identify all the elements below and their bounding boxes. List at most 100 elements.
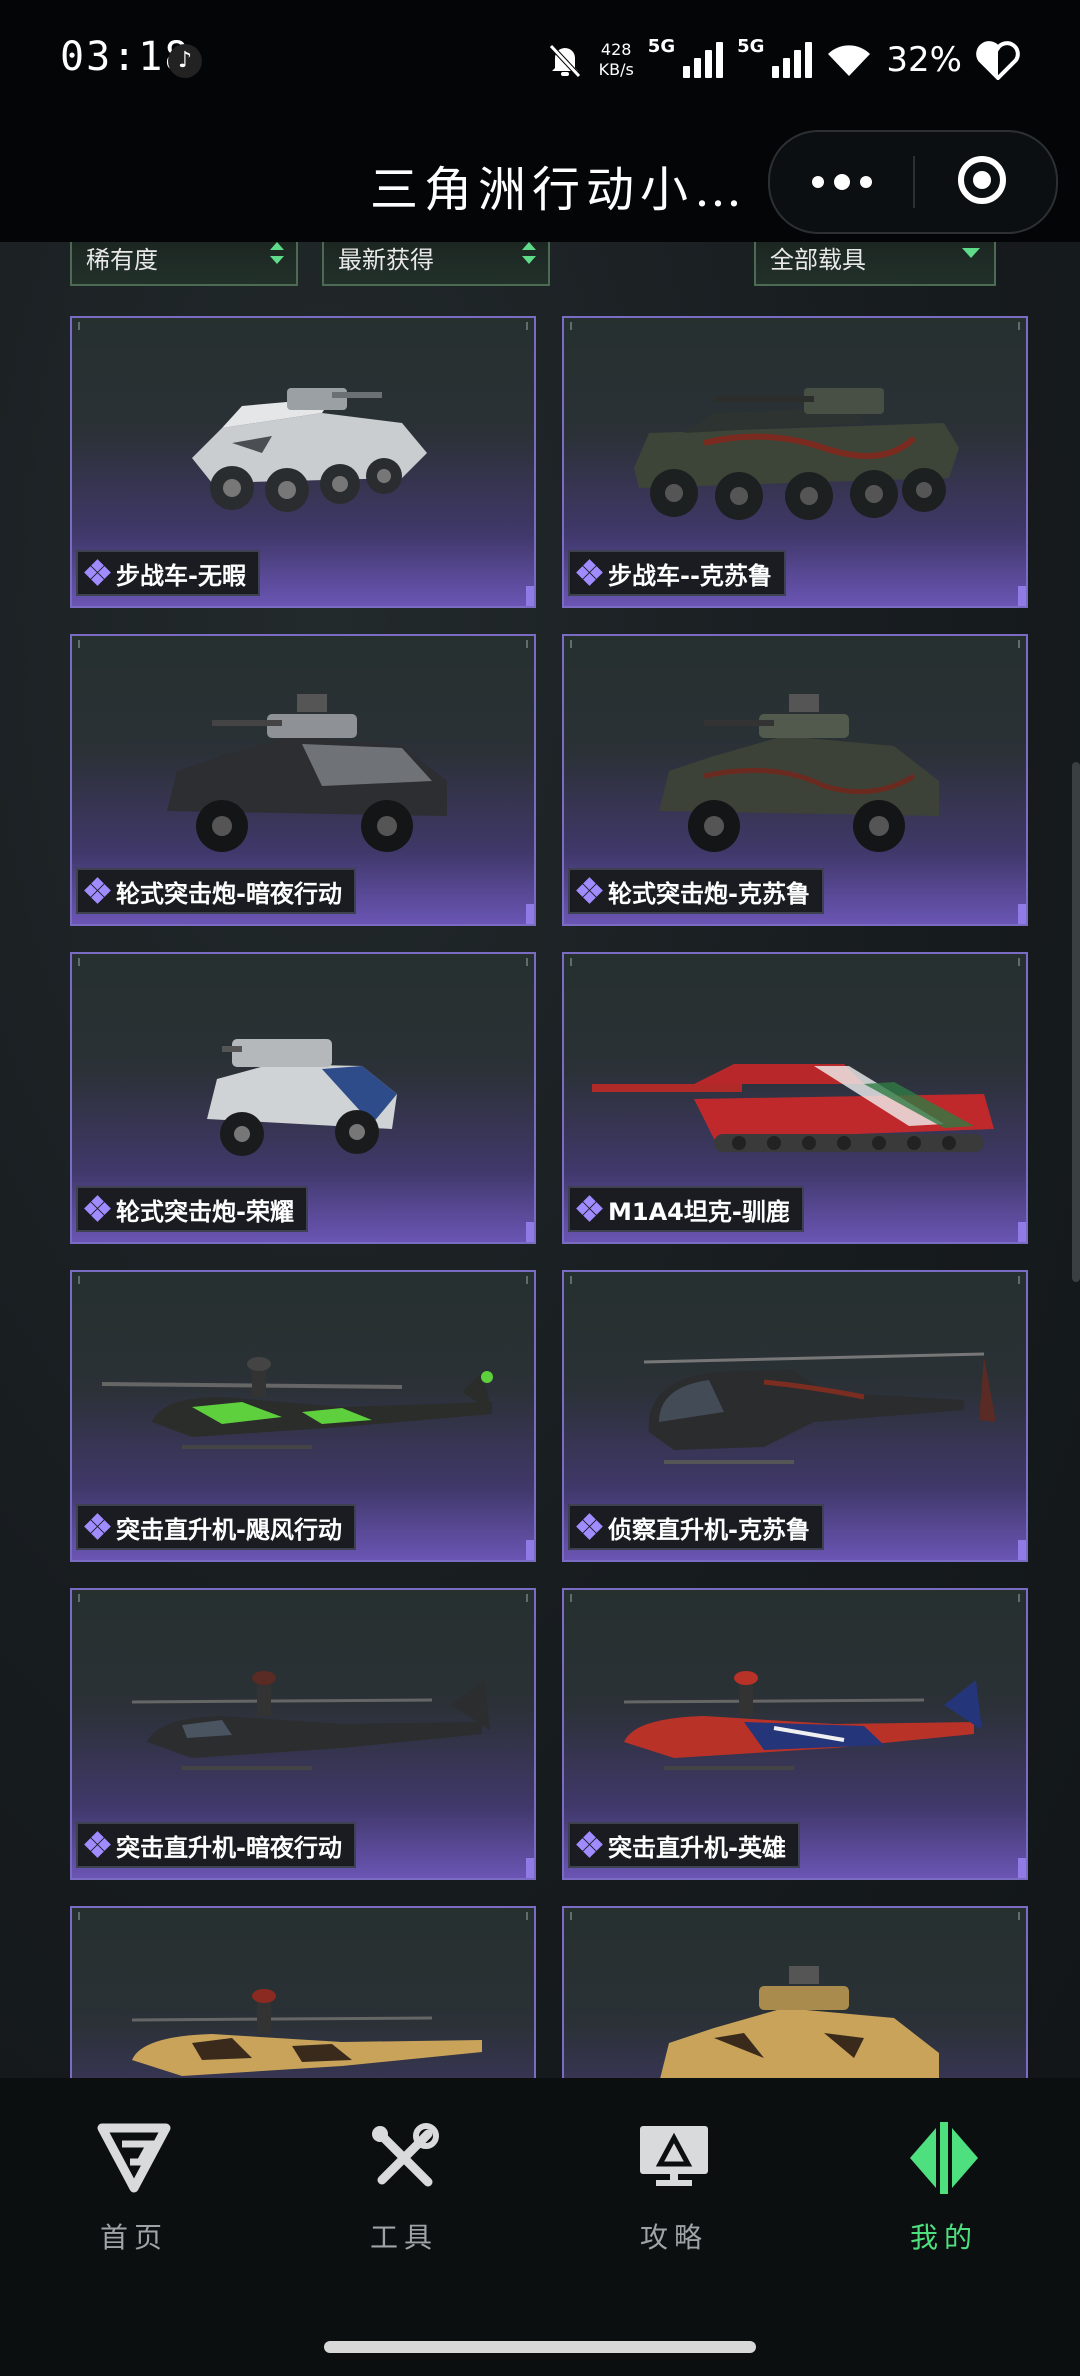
tab-guide[interactable]: 攻略	[614, 2118, 734, 2256]
card-corner-accent	[1018, 1222, 1026, 1242]
rarity-diamond-icon	[576, 1513, 603, 1540]
vehicle-name: 步战车--克苏鲁	[608, 561, 772, 590]
vehicle-label: 侦察直升机-克苏鲁	[568, 1504, 824, 1550]
rarity-filter[interactable]: 稀有度	[70, 242, 298, 286]
sort-filter-label: 最新获得	[338, 246, 434, 274]
card-corner-accent	[1018, 1858, 1026, 1878]
vehicle-card[interactable]: 步战车-无暇	[70, 316, 536, 608]
title-bar: 三角洲行动小…	[0, 120, 1080, 242]
attack-helicopter-image	[131, 1989, 482, 2076]
ifv-vehicle-image	[634, 388, 959, 520]
card-corner-accent	[526, 904, 534, 924]
vehicle-card[interactable]: 轮式突击炮-克苏鲁	[562, 634, 1028, 926]
vehicle-name: 轮式突击炮-荣耀	[116, 1197, 294, 1226]
vehicle-card[interactable]: 突击直升机-飓风行动	[70, 1270, 536, 1562]
vehicle-card[interactable]	[562, 1906, 1028, 2078]
vehicle-name: 轮式突击炮-暗夜行动	[116, 879, 342, 908]
sort-filter[interactable]: 最新获得	[322, 242, 550, 286]
card-corner-accent	[526, 1222, 534, 1242]
attack-helicopter-image	[623, 1671, 982, 1770]
vehicle-card[interactable]: M1A4坦克-驯鹿	[562, 952, 1028, 1244]
vehicle-card[interactable]: 突击直升机-暗夜行动	[70, 1588, 536, 1880]
rarity-diamond-icon	[576, 1831, 603, 1858]
recon-helicopter-image	[643, 1352, 996, 1464]
wheeled-assault-gun-image	[207, 1039, 397, 1156]
delta-logo-icon	[97, 2123, 171, 2193]
rarity-filter-label: 稀有度	[86, 246, 158, 274]
rarity-diamond-icon	[84, 1831, 111, 1858]
vehicle-label: 轮式突击炮-荣耀	[76, 1186, 308, 1232]
net-speed-unit: KB/s	[598, 60, 634, 79]
signal-bars-1-icon	[683, 42, 724, 78]
vehicle-label: M1A4坦克-驯鹿	[568, 1186, 804, 1232]
signal-label-2: 5G	[737, 35, 765, 57]
bottom-tab-bar: 首页 工具 攻略 我的	[0, 2078, 1080, 2376]
tank-image	[592, 1064, 994, 1152]
tools-icon	[372, 2123, 439, 2187]
vehicle-card[interactable]	[70, 1906, 536, 2078]
status-indicators: 428 KB/s 5G 5G 32%	[545, 30, 1020, 90]
tab-profile-label: 我的	[909, 2221, 978, 2254]
vehicle-collection: 稀有度 最新获得 全部载具 步战车-无暇 步战车--克苏鲁 轮式突击炮-暗夜行动…	[0, 242, 1080, 2078]
rarity-diamond-icon	[84, 1513, 111, 1540]
vehicle-name: 突击直升机-飓风行动	[116, 1515, 342, 1544]
profile-logo-icon	[910, 2122, 978, 2194]
card-corner-accent	[1018, 586, 1026, 606]
tiktok-icon: ♪	[168, 44, 202, 78]
card-corner-accent	[526, 1858, 534, 1878]
vehicle-label: 步战车-无暇	[76, 550, 260, 596]
rarity-diamond-icon	[576, 877, 603, 904]
vehicle-label: 轮式突击炮-暗夜行动	[76, 868, 356, 914]
battery-percent: 32%	[886, 40, 962, 80]
close-target-icon[interactable]	[958, 156, 1006, 204]
vehicle-type-filter-label: 全部载具	[770, 246, 866, 274]
vehicle-card[interactable]: 突击直升机-英雄	[562, 1588, 1028, 1880]
rarity-diamond-icon	[84, 877, 111, 904]
net-speed: 428 KB/s	[599, 40, 634, 80]
page-title: 三角洲行动小…	[370, 162, 749, 218]
vehicle-label: 突击直升机-英雄	[568, 1822, 800, 1868]
scrollbar[interactable]	[1072, 762, 1080, 1282]
vehicle-grid: 步战车-无暇 步战车--克苏鲁 轮式突击炮-暗夜行动 轮式突击炮-克苏鲁 轮式突…	[70, 316, 1028, 2078]
wheeled-assault-gun-image	[167, 694, 447, 852]
vehicle-label: 突击直升机-飓风行动	[76, 1504, 356, 1550]
attack-helicopter-image	[131, 1671, 490, 1770]
sort-arrows-icon	[522, 242, 536, 268]
rarity-diamond-icon	[84, 559, 111, 586]
more-dots-icon[interactable]	[812, 168, 872, 196]
vehicle-name: M1A4坦克-驯鹿	[608, 1197, 790, 1226]
signal-bars-2-icon	[772, 42, 813, 78]
tab-tools-label: 工具	[369, 2221, 438, 2254]
tab-guide-label: 攻略	[639, 2221, 708, 2254]
rarity-diamond-icon	[576, 559, 603, 586]
net-speed-value: 428	[600, 40, 632, 59]
guide-monitor-icon	[640, 2126, 708, 2186]
vehicle-type-filter[interactable]: 全部载具	[754, 242, 996, 286]
vehicle-name: 突击直升机-暗夜行动	[116, 1833, 342, 1862]
wheeled-assault-gun-image	[660, 1966, 939, 2078]
wifi-icon	[828, 45, 871, 76]
attack-helicopter-image	[101, 1357, 493, 1449]
vehicle-label: 轮式突击炮-克苏鲁	[568, 868, 824, 914]
vehicle-name: 步战车-无暇	[116, 561, 246, 590]
vehicle-name: 侦察直升机-克苏鲁	[608, 1515, 810, 1544]
dropdown-arrow-icon	[962, 248, 980, 258]
tab-home[interactable]: 首页	[74, 2118, 194, 2256]
ifv-vehicle-image	[192, 388, 427, 512]
tab-profile[interactable]: 我的	[884, 2118, 1004, 2256]
wheeled-assault-gun-image	[659, 694, 939, 852]
rarity-diamond-icon	[576, 1195, 603, 1222]
home-indicator[interactable]	[324, 2341, 756, 2353]
vehicle-card[interactable]: 轮式突击炮-暗夜行动	[70, 634, 536, 926]
card-corner-accent	[526, 1540, 534, 1560]
card-corner-accent	[1018, 1540, 1026, 1560]
tab-tools[interactable]: 工具	[344, 2118, 464, 2256]
vehicle-card[interactable]: 步战车--克苏鲁	[562, 316, 1028, 608]
vehicle-name: 突击直升机-英雄	[608, 1833, 786, 1862]
card-corner-accent	[1018, 904, 1026, 924]
vehicle-card[interactable]: 侦察直升机-克苏鲁	[562, 1270, 1028, 1562]
tab-home-label: 首页	[99, 2221, 168, 2254]
mini-program-capsule	[768, 130, 1058, 234]
vehicle-card[interactable]: 轮式突击炮-荣耀	[70, 952, 536, 1244]
card-corner-accent	[526, 586, 534, 606]
